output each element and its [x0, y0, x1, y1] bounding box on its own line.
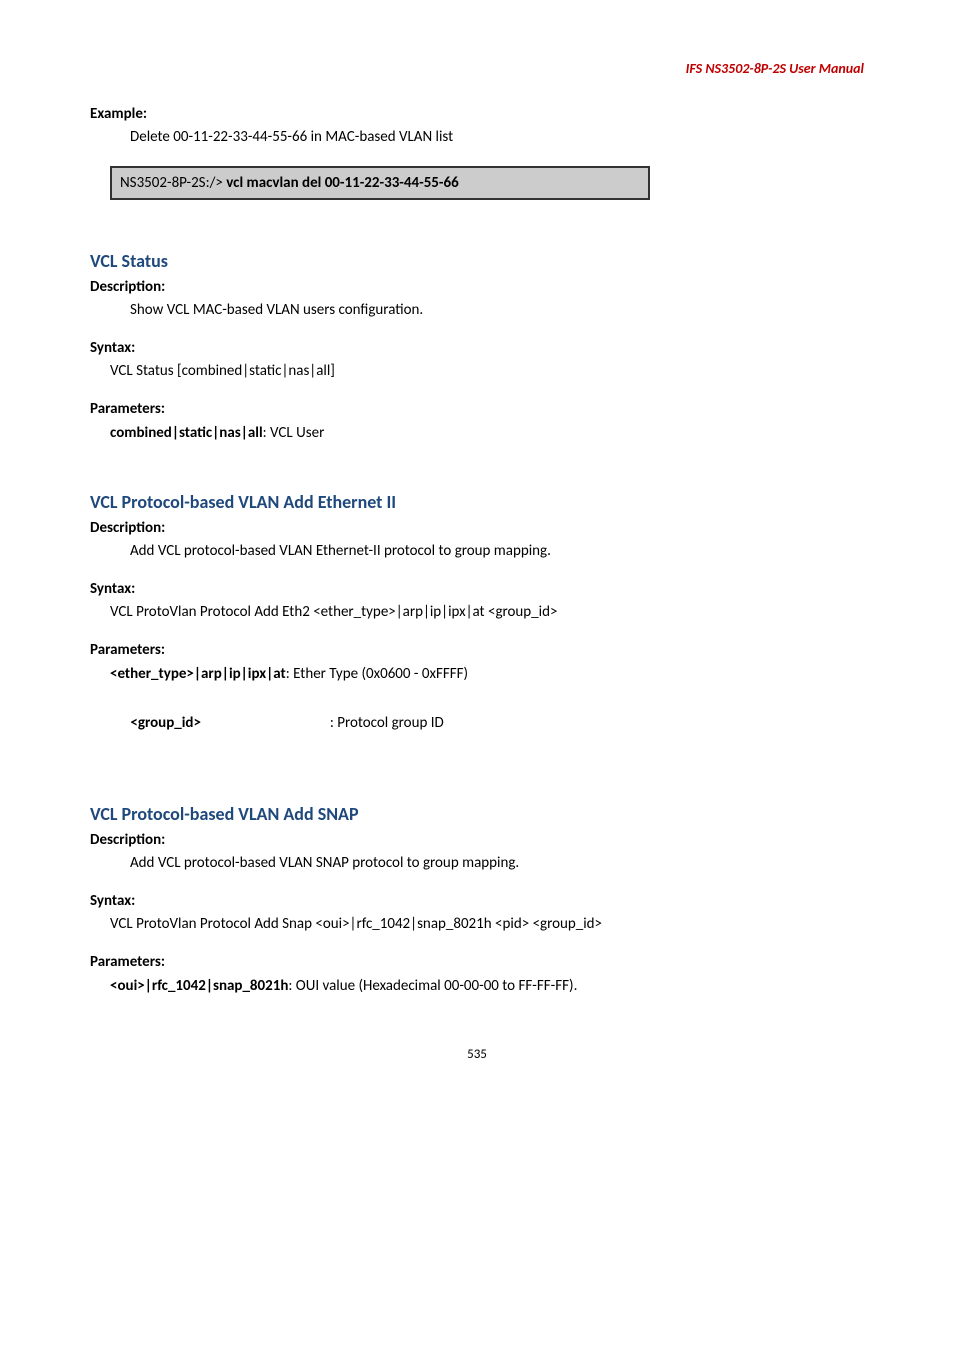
parameter-item: <ether_type>|arp|ip|ipx|at: Ether Type (… — [110, 663, 864, 686]
example-code-box: NS3502-8P-2S:/> vcl macvlan del 00-11-22… — [110, 166, 650, 200]
parameter-desc: : Ether Type (0x0600 - 0xFFFF) — [286, 665, 468, 683]
parameter-pad — [201, 714, 330, 732]
section-title-vcl-status: VCL Status — [90, 250, 864, 272]
syntax-text: VCL ProtoVlan Protocol Add Eth2 <ether_t… — [110, 602, 864, 623]
example-text: Delete 00-11-22-33-44-55-66 in MAC-based… — [130, 127, 864, 148]
parameters-label: Parameters: — [90, 953, 864, 971]
code-command: vcl macvlan del 00-11-22-33-44-55-66 — [226, 174, 458, 192]
page-container: IFS NS3502-8P-2S User Manual Example: De… — [0, 0, 954, 1102]
parameter-name: <ether_type>|arp|ip|ipx|at — [110, 665, 286, 683]
parameter-desc: : Protocol group ID — [330, 714, 444, 732]
description-label: Description: — [90, 278, 864, 296]
parameter-name: <oui>|rfc_1042|snap_8021h — [110, 977, 288, 995]
section-title-vcl-snap: VCL Protocol-based VLAN Add SNAP — [90, 803, 864, 825]
parameter-desc: : VCL User — [263, 424, 325, 442]
syntax-text: VCL Status [combined|static|nas|all] — [110, 361, 864, 382]
syntax-label: Syntax: — [90, 339, 864, 357]
code-prefix: NS3502-8P-2S:/> — [120, 174, 226, 192]
parameter-name: combined|static|nas|all — [110, 424, 263, 442]
parameter-item: <oui>|rfc_1042|snap_8021h: OUI value (He… — [110, 975, 864, 998]
syntax-label: Syntax: — [90, 580, 864, 598]
description-text: Show VCL MAC-based VLAN users configurat… — [130, 300, 864, 321]
parameters-label: Parameters: — [90, 641, 864, 659]
parameter-desc: : OUI value (Hexadecimal 00-00-00 to FF-… — [288, 977, 577, 995]
description-label: Description: — [90, 831, 864, 849]
syntax-label: Syntax: — [90, 892, 864, 910]
parameter-item: combined|static|nas|all: VCL User — [110, 422, 864, 445]
example-label: Example: — [90, 105, 864, 123]
description-text: Add VCL protocol-based VLAN SNAP protoco… — [130, 853, 864, 874]
page-header-product: IFS NS3502-8P-2S User Manual — [90, 60, 864, 77]
description-label: Description: — [90, 519, 864, 537]
section-title-vcl-eth2: VCL Protocol-based VLAN Add Ethernet II — [90, 491, 864, 513]
page-number: 535 — [90, 1047, 864, 1062]
parameter-item: <group_id> : Protocol group ID — [110, 689, 864, 757]
description-text: Add VCL protocol-based VLAN Ethernet-II … — [130, 541, 864, 562]
syntax-text: VCL ProtoVlan Protocol Add Snap <oui>|rf… — [110, 914, 864, 935]
parameter-name: <group_id> — [130, 714, 201, 732]
parameters-label: Parameters: — [90, 400, 864, 418]
